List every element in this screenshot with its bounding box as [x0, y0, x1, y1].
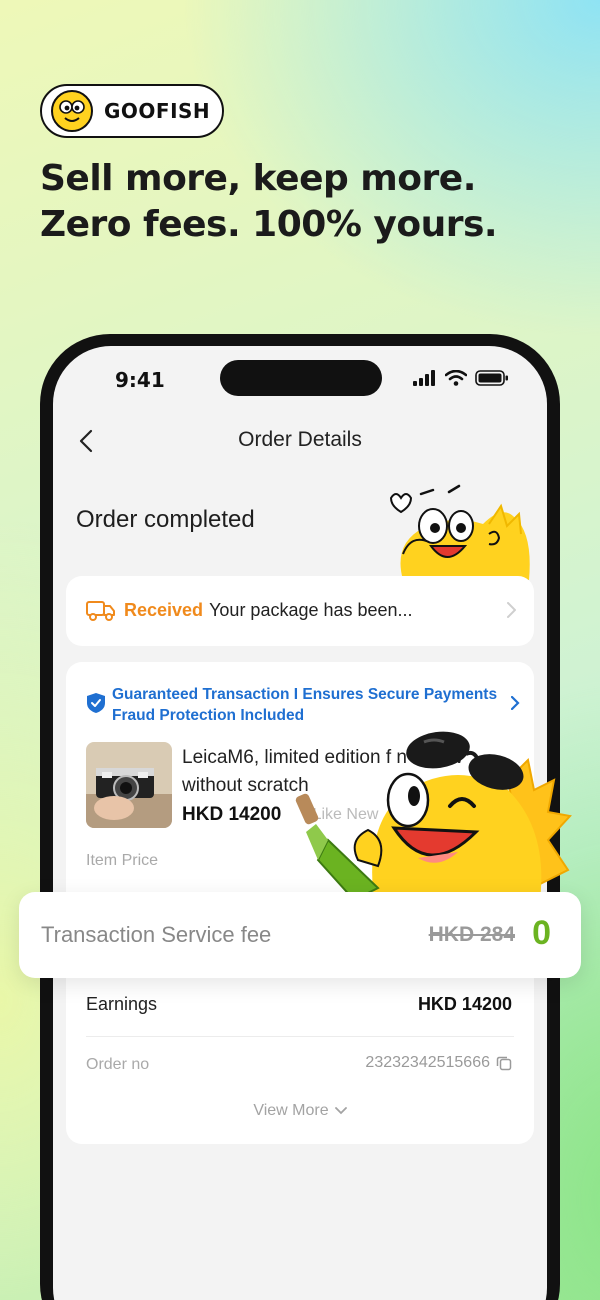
service-fee-new-value: 0	[532, 914, 551, 952]
order-number-label: Order no	[86, 1056, 150, 1073]
earnings-label: Earnings	[86, 994, 158, 1014]
delivery-status-card[interactable]: Received Your package has been...	[66, 576, 534, 646]
headline: Sell more, keep more. Zero fees. 100% yo…	[40, 156, 580, 248]
delivery-status-text: Your package has been...	[209, 599, 413, 620]
cellular-signal-icon	[413, 370, 435, 386]
chevron-down-icon	[334, 1107, 347, 1115]
brand-name: GOOFISH	[104, 99, 211, 123]
order-number[interactable]: 23232342515666	[365, 1054, 512, 1072]
page-title: Order Details	[238, 428, 362, 451]
mascot-peek-illustration	[389, 484, 530, 580]
delivery-status-row: Received Your package has been...	[86, 598, 514, 622]
mascot-celebration-illustration	[280, 731, 572, 900]
status-icons	[413, 370, 509, 386]
item-price-label: Item Price	[86, 852, 159, 869]
chevron-right-icon	[507, 602, 516, 618]
dynamic-island	[220, 360, 382, 396]
battery-icon	[475, 370, 508, 386]
item-price: HKD 14200	[182, 804, 282, 825]
order-number-value: 23232342515666	[365, 1054, 490, 1071]
delivery-status-label: Received	[124, 599, 204, 620]
shield-check-icon	[87, 693, 105, 713]
copy-icon[interactable]	[496, 1055, 512, 1071]
wifi-icon	[445, 370, 467, 386]
chevron-right-icon[interactable]	[511, 696, 520, 710]
view-more-label: View More	[253, 1102, 329, 1119]
order-status-heading: Order completed	[76, 506, 255, 533]
service-fee-old-value: HKD 284	[428, 923, 515, 946]
brand-badge: GOOFISH	[40, 84, 224, 138]
earnings-value: HKD 14200	[417, 994, 512, 1014]
view-more-button[interactable]: View More	[66, 1102, 534, 1120]
service-fee-bar: Transaction Service fee HKD 284 0	[19, 892, 581, 978]
headline-line-1: Sell more, keep more.	[40, 158, 476, 199]
truck-icon	[86, 601, 115, 621]
goofish-logo-icon	[51, 90, 93, 132]
service-fee-label: Transaction Service fee	[41, 922, 272, 947]
divider	[86, 1036, 514, 1037]
item-thumbnail-camera[interactable]	[86, 742, 172, 828]
status-time: 9:41	[115, 368, 165, 392]
headline-line-2: Zero fees. 100% yours.	[40, 204, 498, 245]
